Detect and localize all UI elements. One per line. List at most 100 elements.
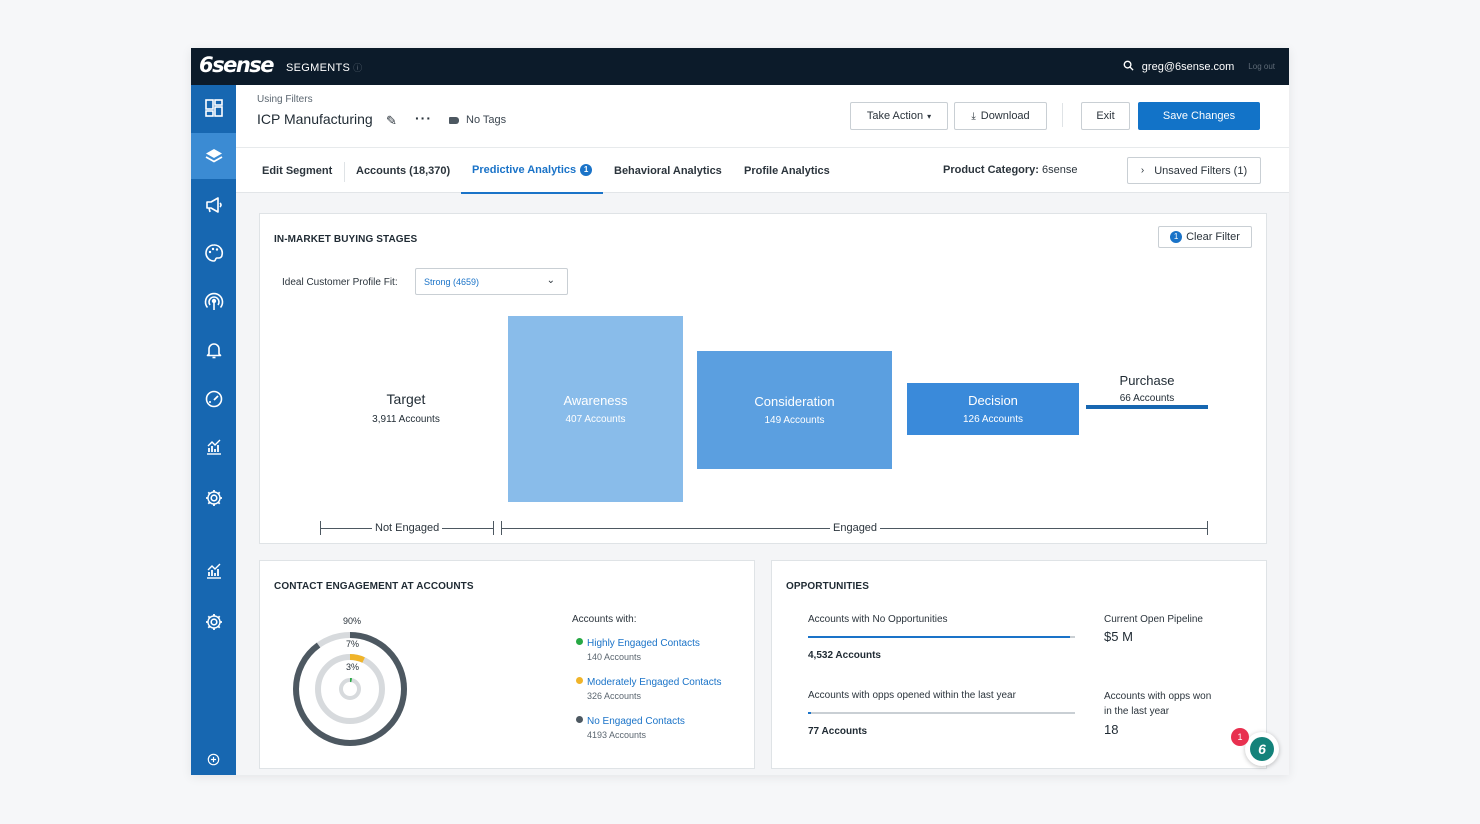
tab-divider [344,162,345,182]
legend-highly-label: Highly Engaged Contacts [587,638,700,649]
logout-link[interactable]: Log out [1248,62,1275,71]
icp-fit-value: Strong (4659) [424,276,480,287]
stage-purchase[interactable]: Purchase 66 Accounts [1086,373,1208,409]
take-action-label: Take Action [866,110,924,122]
tag-icon [449,117,459,124]
opened-opps-bar-track [808,712,1075,714]
analytics-icon[interactable] [191,424,236,470]
ring-pct-outer: 90% [343,616,362,626]
legend-moderately-label: Moderately Engaged Contacts [587,677,722,688]
tab-badge: 1 [580,164,593,176]
product-category: Product Category: 6sense [943,164,1078,176]
ring-pct-middle: 7% [346,639,360,649]
take-action-button[interactable]: Take Action ▾ [850,102,948,130]
top-bar: 6sense SEGMENTS ⓘ greg@6sense.com Log out [191,48,1289,85]
stage-awareness-name: Awareness [563,393,628,408]
add-circle-icon[interactable] [191,736,236,775]
dashboard-icon[interactable] [191,85,236,131]
tab-behavioral-analytics[interactable]: Behavioral Analytics [614,148,722,194]
legend-moderately-engaged[interactable]: Moderately Engaged Contacts [576,677,722,688]
stage-consideration[interactable]: Consideration 149 Accounts [697,351,892,469]
legend-no-engaged[interactable]: No Engaged Contacts [576,716,685,727]
stage-decision[interactable]: Decision 126 Accounts [907,383,1079,435]
download-label: Download [980,110,1030,122]
ring-track-inner [339,678,361,700]
no-opps-label: Accounts with No Opportunities [808,614,948,625]
stage-purchase-count: 66 Accounts [1119,393,1175,404]
no-opps-value: 4,532 Accounts [808,650,881,661]
broadcast-icon[interactable] [191,279,236,325]
stage-target-name: Target [386,391,426,407]
settings-icon[interactable] [191,475,236,521]
info-icon: ⓘ [353,63,363,73]
6sense-logo[interactable]: 6sense [199,53,275,77]
chevron-down-icon: ⌄ [546,275,555,286]
no-opps-bar-fill [808,636,1070,638]
unsaved-filters-button[interactable]: › Unsaved Filters (1) [1127,157,1261,184]
app-window: 6sense SEGMENTS ⓘ greg@6sense.com Log out [191,48,1289,775]
chevron-down-icon: ▾ [927,111,932,121]
tab-predictive-analytics[interactable]: Predictive Analytics 1 [461,148,603,194]
legend-highly-engaged[interactable]: Highly Engaged Contacts [576,638,700,649]
stage-purchase-name: Purchase [1119,373,1175,388]
bracket-tick [1207,521,1208,535]
unsaved-filters-label: Unsaved Filters (1) [1154,164,1248,177]
download-button[interactable]: ⤓ Download [954,102,1047,130]
megaphone-icon[interactable] [191,182,236,228]
6sense-chat-icon: 6 [1250,737,1274,761]
more-options-icon[interactable]: ··· [415,110,432,126]
clear-filter-label: Clear Filter [1186,231,1240,243]
tab-edit-segment[interactable]: Edit Segment [262,148,332,194]
exit-button[interactable]: Exit [1081,102,1130,130]
won-value: 18 [1104,722,1119,737]
contact-engagement-title: CONTACT ENGAGEMENT AT ACCOUNTS [274,581,474,592]
pencil-icon[interactable]: ✎ [386,113,397,129]
save-changes-button[interactable]: Save Changes [1138,102,1260,130]
purchase-bar [1086,405,1208,409]
tab-profile-analytics[interactable]: Profile Analytics [744,148,830,194]
segment-title: ICP Manufacturing [257,111,373,127]
stage-awareness[interactable]: Awareness 407 Accounts [508,316,683,502]
legend-highly-count: 140 Accounts [587,652,642,662]
accounts-with-label: Accounts with: [572,614,637,625]
green-dot-icon [576,638,583,645]
won-label-line2: in the last year [1104,706,1170,717]
ring-pct-inner: 3% [346,662,360,672]
icp-fit-select[interactable]: Strong (4659) ⌄ [415,268,568,295]
stage-consideration-name: Consideration [754,394,835,409]
not-engaged-label: Not Engaged [372,522,443,534]
opened-opps-label: Accounts with opps opened within the las… [808,690,1016,701]
chat-widget-button[interactable]: 6 [1245,732,1279,766]
no-opps-bar-track [808,636,1075,638]
bell-icon[interactable] [191,327,236,373]
settings-icon-secondary[interactable] [191,599,236,645]
gray-dot-icon [576,716,583,723]
pipeline-value: $5 M [1104,629,1133,644]
stage-consideration-count: 149 Accounts [764,415,825,426]
analytics-icon-secondary[interactable] [191,548,236,594]
contact-engagement-panel: CONTACT ENGAGEMENT AT ACCOUNTS 90% 7% 3%… [259,560,755,769]
palette-icon[interactable] [191,230,236,276]
download-icon: ⤓ [971,110,976,122]
layers-icon[interactable] [191,133,236,179]
bracket-tick [493,521,494,535]
won-label-line1: Accounts with opps won [1104,691,1212,702]
buying-stages-title: IN-MARKET BUYING STAGES [274,234,418,245]
tags-label[interactable]: No Tags [466,114,506,126]
ring-no-engaged [293,632,407,746]
gauge-icon[interactable] [191,376,236,422]
using-filters-label: Using Filters [257,94,313,105]
stage-decision-name: Decision [968,393,1018,408]
user-email[interactable]: greg@6sense.com [1142,61,1235,73]
section-label: SEGMENTS [286,62,351,74]
stage-decision-count: 126 Accounts [962,414,1024,425]
clear-filter-button[interactable]: 1 Clear Filter [1158,226,1252,248]
stage-awareness-count: 407 Accounts [565,414,626,425]
top-right-area: greg@6sense.com Log out [1123,48,1289,85]
stage-target[interactable]: Target 3,911 Accounts [346,391,466,425]
tab-predictive-label: Predictive Analytics [472,164,577,176]
tab-accounts[interactable]: Accounts (18,370) [356,148,450,194]
buying-stages-panel: IN-MARKET BUYING STAGES 1 Clear Filter I… [259,213,1267,544]
search-icon[interactable] [1123,60,1134,74]
opportunities-panel: OPPORTUNITIES Accounts with No Opportuni… [771,560,1267,769]
